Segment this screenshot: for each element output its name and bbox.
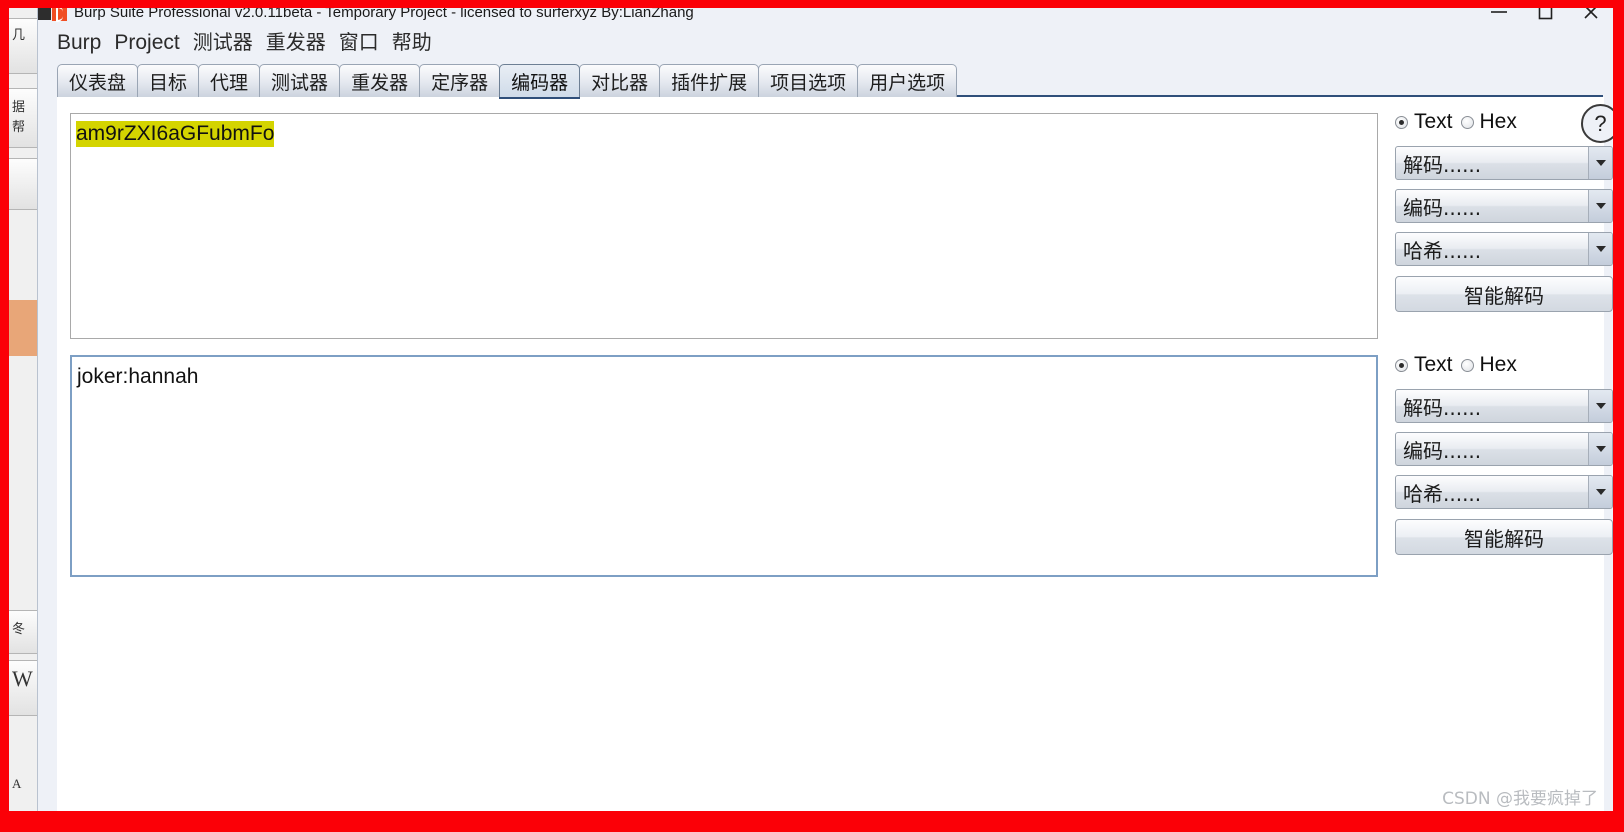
burp-suite-window: Burp Suite Professional v2.0.11beta - Te… (37, 0, 1614, 818)
radio-dot-icon (1395, 115, 1408, 129)
chevron-down-icon[interactable] (1588, 476, 1612, 508)
menu-item-2[interactable]: 测试器 (193, 32, 253, 52)
menu-item-1[interactable]: Project (114, 32, 179, 53)
hash-dropdown-label-top: 哈希...... (1403, 238, 1482, 263)
encode-dropdown-label-bottom: 编码...... (1403, 438, 1482, 463)
tab-5[interactable]: 定序器 (419, 64, 501, 97)
annotation-frame-right (1613, 0, 1624, 832)
smart-decode-button-bottom[interactable]: 智能解码 (1395, 519, 1613, 555)
tab-4[interactable]: 重发器 (339, 64, 421, 97)
radio-dot-icon (1395, 358, 1408, 372)
annotation-frame-top (0, 0, 1624, 8)
decode-dropdown-label-bottom: 解码...... (1403, 395, 1482, 420)
tab-3[interactable]: 测试器 (259, 64, 341, 97)
encoder-panel: am9rZXI6aGFubmFo joker:hannah Text Hex ?… (57, 97, 1614, 818)
decode-dropdown-top[interactable]: 解码...... (1395, 146, 1613, 180)
radio-dot-icon (1460, 115, 1474, 129)
tab-0[interactable]: 仪表盘 (57, 64, 139, 97)
radio-hex-bottom[interactable]: Hex (1460, 353, 1517, 377)
tab-label: 重发器 (351, 71, 409, 94)
tab-label: 用户选项 (869, 71, 946, 94)
main-tab-bar: 仪表盘 目标 代理 测试器 重发器 定序器 编码器 对比器 插件扩展 项目选项 用户选项 (38, 60, 1614, 99)
encoder-input-text: am9rZXI6aGFubmFo (76, 121, 275, 147)
tab-label: 对比器 (591, 71, 649, 94)
hash-dropdown-bottom[interactable]: 哈希...... (1395, 475, 1613, 509)
chevron-down-icon[interactable] (1588, 147, 1612, 179)
encoder-output-panel[interactable]: joker:hannah (70, 355, 1378, 577)
annotation-frame-left (0, 0, 9, 832)
tab-6[interactable]: 编码器 (499, 64, 581, 99)
encode-dropdown-label-top: 编码...... (1403, 195, 1482, 220)
tab-7[interactable]: 对比器 (579, 64, 661, 97)
tab-label: 测试器 (271, 71, 329, 94)
radio-text-bottom[interactable]: Text (1395, 353, 1453, 377)
radio-hex-label-bottom: Hex (1479, 353, 1517, 376)
smart-decode-button-top[interactable]: 智能解码 (1395, 276, 1613, 312)
menu-item-5[interactable]: 帮助 (392, 32, 432, 52)
format-radio-group-top: Text Hex ? (1395, 104, 1614, 143)
tab-label: 编码器 (511, 71, 569, 94)
tab-label: 插件扩展 (671, 71, 748, 94)
format-radio-group-bottom: Text Hex (1395, 350, 1613, 380)
radio-hex-label-top: Hex (1479, 110, 1517, 133)
tab-label: 仪表盘 (69, 71, 127, 94)
tab-label: 代理 (210, 71, 249, 94)
decode-dropdown-label-top: 解码...... (1403, 152, 1482, 177)
tab-1[interactable]: 目标 (137, 64, 200, 97)
tab-9[interactable]: 项目选项 (758, 64, 859, 97)
help-icon[interactable]: ? (1581, 104, 1614, 143)
menu-bar: Burp Project 测试器 重发器 窗口 帮助 (38, 24, 1614, 60)
tab-2[interactable]: 代理 (198, 64, 261, 97)
encoder-controls-bottom: Text Hex 解码...... 编码...... 哈希...... 智能解码 (1395, 350, 1613, 555)
radio-text-label-top: Text (1414, 110, 1453, 133)
menu-item-0[interactable]: Burp (57, 32, 101, 53)
annotation-frame-bottom (0, 811, 1624, 832)
encode-dropdown-bottom[interactable]: 编码...... (1395, 432, 1613, 466)
tab-label: 项目选项 (770, 71, 847, 94)
screenshot-root: 几 据 帮 冬 W A Burp Suite Professional v2.0… (0, 0, 1624, 832)
radio-dot-icon (1460, 358, 1474, 372)
encoder-controls-top: Text Hex ? 解码...... 编码...... 哈希...... 智能… (1395, 104, 1614, 312)
tab-label: 定序器 (431, 71, 489, 94)
chevron-down-icon[interactable] (1588, 233, 1612, 265)
tab-10[interactable]: 用户选项 (857, 64, 958, 97)
watermark: CSDN @我要疯掉了 (1442, 789, 1598, 809)
menu-item-4[interactable]: 窗口 (339, 32, 379, 52)
decode-dropdown-bottom[interactable]: 解码...... (1395, 389, 1613, 423)
chevron-down-icon[interactable] (1588, 433, 1612, 465)
hash-dropdown-label-bottom: 哈希...... (1403, 481, 1482, 506)
hash-dropdown-top[interactable]: 哈希...... (1395, 232, 1613, 266)
encode-dropdown-top[interactable]: 编码...... (1395, 189, 1613, 223)
encoder-input-panel[interactable]: am9rZXI6aGFubmFo (70, 113, 1378, 339)
tab-8[interactable]: 插件扩展 (659, 64, 760, 97)
radio-text-top[interactable]: Text (1395, 110, 1453, 134)
encoder-output-text: joker:hannah (77, 365, 199, 388)
chevron-down-icon[interactable] (1588, 190, 1612, 222)
menu-item-3[interactable]: 重发器 (266, 32, 326, 52)
radio-hex-top[interactable]: Hex (1460, 110, 1517, 134)
tab-label: 目标 (149, 71, 188, 94)
encoder-input-text-wrapper: am9rZXI6aGFubmFo (71, 114, 1377, 147)
chevron-down-icon[interactable] (1588, 390, 1612, 422)
background-window: 几 据 帮 冬 W A (9, 0, 38, 832)
radio-text-label-bottom: Text (1414, 353, 1453, 376)
